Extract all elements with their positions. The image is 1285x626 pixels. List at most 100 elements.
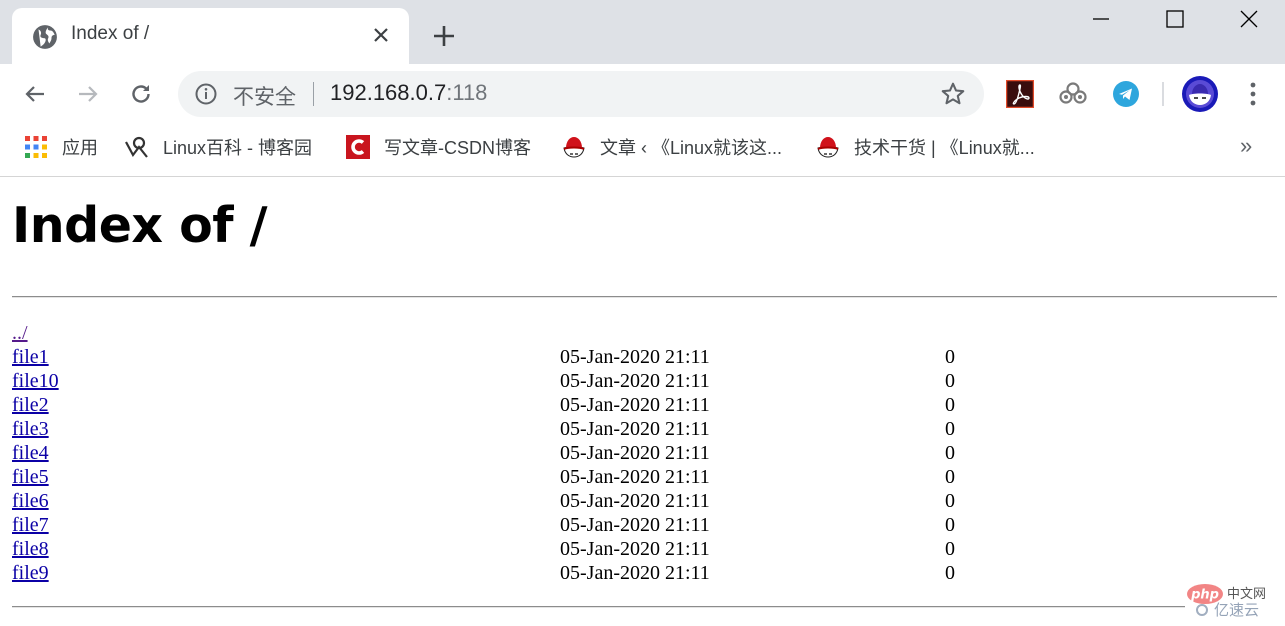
globe-icon	[33, 25, 57, 49]
new-tab-button[interactable]	[428, 20, 460, 52]
profile-button[interactable]	[1181, 75, 1219, 113]
maximize-icon	[1166, 10, 1184, 28]
list-item: file4 05-Jan-2020 21:11 0	[12, 441, 955, 465]
file-date: 05-Jan-2020 21:11	[560, 370, 710, 392]
reload-icon	[132, 85, 150, 103]
tab-strip: Index of /	[0, 0, 1285, 64]
list-item: file1 05-Jan-2020 21:11 0	[12, 345, 955, 369]
file-date: 05-Jan-2020 21:11	[560, 346, 710, 368]
watermark-text-top: 中文网	[1227, 587, 1266, 602]
list-item: file2 05-Jan-2020 21:11 0	[12, 393, 955, 417]
file-size: 0	[945, 466, 955, 488]
plus-icon	[434, 26, 454, 46]
page-title: Index of /	[12, 197, 268, 254]
window-close-button[interactable]	[1212, 0, 1285, 38]
bookmark-csdn[interactable]: 写文章-CSDN博客	[346, 134, 531, 160]
file-link[interactable]: file6	[12, 490, 49, 512]
file-date: 05-Jan-2020 21:11	[560, 418, 710, 440]
security-status[interactable]: 不安全	[233, 81, 296, 111]
info-icon[interactable]	[194, 82, 218, 106]
tab-title: Index of /	[71, 23, 150, 44]
file-size: 0	[945, 418, 955, 440]
file-size: 0	[945, 514, 955, 536]
file-link[interactable]: file5	[12, 466, 49, 488]
close-icon	[374, 28, 388, 42]
telegram-extension[interactable]	[1111, 79, 1141, 109]
file-date: 05-Jan-2020 21:11	[560, 394, 710, 416]
minimize-icon	[1093, 18, 1109, 20]
bookmark-linux-tech[interactable]: 技术干货 | 《Linux就...	[816, 134, 1035, 160]
arrow-left-icon	[25, 86, 44, 102]
file-link[interactable]: file8	[12, 538, 49, 560]
file-link[interactable]: file3	[12, 418, 49, 440]
toolbar-divider	[1162, 82, 1164, 106]
forward-button[interactable]	[70, 76, 106, 112]
tab-index[interactable]: Index of /	[12, 8, 409, 64]
bookmarks-overflow-button[interactable]: »	[1240, 133, 1252, 159]
file-link[interactable]: file9	[12, 562, 49, 584]
tab-close-button[interactable]	[368, 22, 394, 48]
list-item: file3 05-Jan-2020 21:11 0	[12, 417, 955, 441]
bookmark-cnblogs[interactable]: Linux百科 - 博客园	[125, 134, 312, 160]
arrow-right-icon	[79, 86, 98, 102]
adobe-acrobat-icon	[1006, 80, 1034, 108]
list-item: file6 05-Jan-2020 21:11 0	[12, 489, 955, 513]
omnibox-divider	[313, 82, 314, 106]
file-size: 0	[945, 538, 955, 560]
top-divider	[12, 296, 1277, 298]
page-content: Index of / ../file1 05-Jan-2020 21:11 0 fil…	[0, 178, 1285, 626]
watermark-swirl	[1196, 604, 1208, 616]
file-date: 05-Jan-2020 21:11	[560, 538, 710, 560]
watermark-text-bottom: 亿速云	[1214, 601, 1259, 619]
reload-button[interactable]	[123, 76, 159, 112]
file-date: 05-Jan-2020 21:11	[560, 514, 710, 536]
maximize-button[interactable]	[1138, 0, 1212, 38]
file-link[interactable]: file1	[12, 346, 49, 368]
file-link[interactable]: file7	[12, 514, 49, 536]
file-size: 0	[945, 370, 955, 392]
redhat-avatar-icon	[1182, 76, 1218, 112]
redhat-icon	[817, 137, 839, 158]
directory-listing: ../ file1 05-Jan-2020 21:11 0 file10 05-Jan-2…	[12, 321, 955, 585]
list-item: file7 05-Jan-2020 21:11 0	[12, 513, 955, 537]
list-item: file9 05-Jan-2020 21:11 0	[12, 561, 955, 585]
cloud-link-extension[interactable]	[1058, 79, 1088, 109]
file-link[interactable]: file2	[12, 394, 49, 416]
bookmark-label: 文章 ‹ 《Linux就该这...	[600, 138, 783, 158]
list-item: file5 05-Jan-2020 21:11 0	[12, 465, 955, 489]
csdn-icon	[346, 135, 370, 159]
file-size: 0	[945, 394, 955, 416]
file-size: 0	[945, 562, 955, 584]
address-bar[interactable]: 不安全 192.168.0.7:118	[178, 71, 984, 117]
browser-menu-button[interactable]	[1238, 79, 1268, 109]
apps-grid-icon	[25, 136, 47, 158]
bookmark-label: Linux百科 - 博客园	[163, 138, 313, 158]
list-item: file8 05-Jan-2020 21:11 0	[12, 537, 955, 561]
watermark-logo: php 中文网 亿速云	[1187, 584, 1266, 619]
bottom-divider	[12, 606, 1185, 608]
bookmark-label: 应用	[62, 138, 98, 158]
list-item: ../	[12, 321, 59, 345]
file-size: 0	[945, 442, 955, 464]
file-link[interactable]: file10	[12, 370, 59, 392]
star-icon[interactable]	[940, 81, 966, 107]
file-link[interactable]: file4	[12, 442, 49, 464]
file-size: 0	[945, 346, 955, 368]
parent-directory-link[interactable]: ../	[12, 322, 28, 344]
cloud-link-icon	[1059, 82, 1087, 104]
back-button[interactable]	[17, 76, 53, 112]
redhat-icon	[563, 137, 585, 158]
bookmarks-bar: 应用 Linux百科 - 博客园 写文章-CSDN博客 文章 ‹ 《Linux就…	[0, 124, 1285, 177]
url-text[interactable]: 192.168.0.7:118	[330, 80, 487, 106]
file-date: 05-Jan-2020 21:11	[560, 490, 710, 512]
kebab-menu-icon	[1250, 82, 1256, 106]
url-port: :118	[446, 80, 488, 105]
bookmark-linux-article[interactable]: 文章 ‹ 《Linux就该这...	[562, 134, 782, 160]
file-date: 05-Jan-2020 21:11	[560, 466, 710, 488]
adobe-acrobat-extension[interactable]	[1005, 79, 1035, 109]
bookmark-apps[interactable]: 应用	[24, 134, 98, 160]
bookmark-label: 写文章-CSDN博客	[384, 138, 531, 158]
close-icon	[1240, 10, 1258, 28]
browser-toolbar: 不安全 192.168.0.7:118	[0, 64, 1285, 124]
minimize-button[interactable]	[1064, 0, 1138, 38]
